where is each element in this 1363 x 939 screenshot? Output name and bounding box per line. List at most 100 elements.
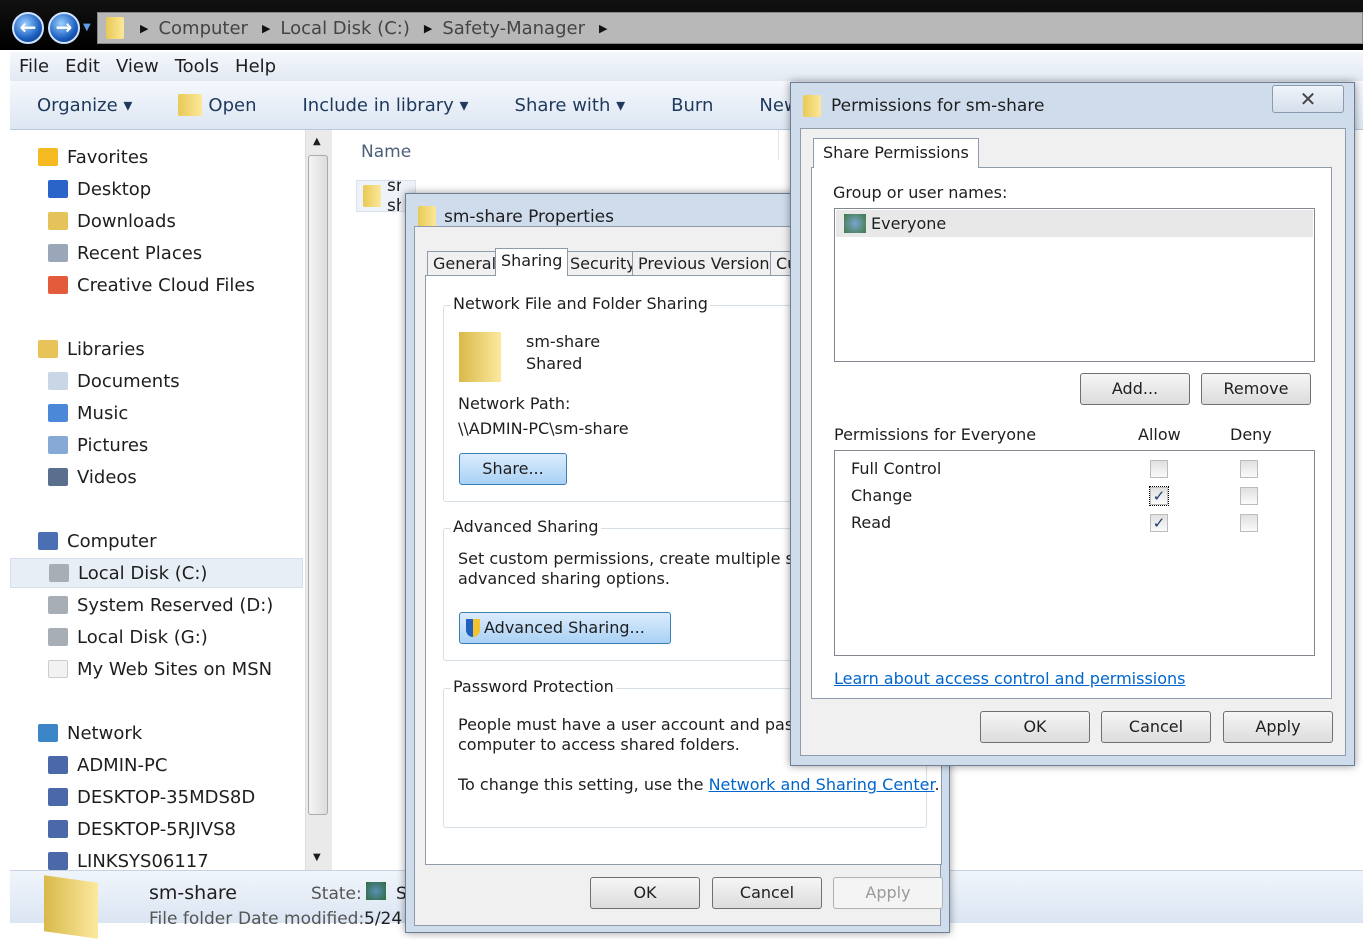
folder-icon: [363, 185, 381, 207]
address-bar[interactable]: ▶ Computer ▶ Local Disk (C:) ▶ Safety-Ma…: [97, 12, 1363, 44]
network-computer-icon: [48, 852, 68, 870]
column-divider[interactable]: [778, 130, 779, 160]
column-header-name[interactable]: Name: [361, 142, 411, 162]
sidebar-item-pictures[interactable]: Pictures: [10, 430, 303, 460]
drive-icon: [48, 628, 68, 646]
share-with-button[interactable]: Share with ▾: [515, 95, 626, 116]
open-label: Open: [208, 94, 257, 116]
permission-name: Full Control: [851, 459, 942, 478]
network-computer-icon: [48, 788, 68, 806]
allow-header: Allow: [1138, 425, 1181, 444]
advanced-sharing-button[interactable]: Advanced Sharing...: [459, 612, 671, 644]
tab-general[interactable]: General: [427, 251, 503, 276]
navigation-pane: Favorites Desktop Downloads Recent Places Cr…: [10, 130, 305, 872]
file-item-label: sm-share: [387, 176, 401, 216]
organize-button[interactable]: Organize ▾: [37, 95, 132, 116]
apply-button[interactable]: Apply: [833, 877, 943, 909]
deny-checkbox[interactable]: [1240, 514, 1258, 532]
breadcrumb-computer[interactable]: Computer: [158, 18, 247, 39]
sidebar-item-desktop[interactable]: Desktop: [10, 174, 303, 204]
permission-name: Change: [851, 486, 913, 505]
scrollbar-thumb[interactable]: [308, 155, 328, 815]
group-label: Password Protection: [451, 677, 616, 696]
sidebar-item-admin-pc[interactable]: ADMIN-PC: [10, 750, 303, 780]
cancel-button[interactable]: Cancel: [1101, 711, 1211, 743]
sidebar-item-downloads[interactable]: Downloads: [10, 206, 303, 236]
scroll-up-icon[interactable]: ▲: [313, 136, 321, 147]
sidebar-item-documents[interactable]: Documents: [10, 366, 303, 396]
burn-button[interactable]: Burn: [671, 95, 713, 116]
libraries-icon: [38, 340, 58, 358]
deny-checkbox[interactable]: [1240, 487, 1258, 505]
tab-share-permissions[interactable]: Share Permissions: [813, 138, 979, 168]
details-type: File folder: [149, 909, 233, 929]
sidebar-item-computer[interactable]: Computer: [10, 526, 303, 556]
allow-checkbox[interactable]: [1150, 460, 1168, 478]
videos-icon: [48, 468, 68, 486]
allow-checkbox[interactable]: ✓: [1150, 514, 1168, 532]
sidebar-item-label: Pictures: [77, 434, 149, 456]
network-computer-icon: [48, 820, 68, 838]
network-computer-icon: [48, 756, 68, 774]
user-list: Everyone: [834, 208, 1315, 362]
sidebar-item-creative-cloud-files[interactable]: Creative Cloud Files: [10, 270, 303, 300]
chevron-right-icon[interactable]: ▶: [599, 22, 607, 35]
breadcrumb-local-disk[interactable]: Local Disk (C:): [280, 18, 409, 39]
sidebar-item-desktop-5rjivs8[interactable]: DESKTOP-5RJIVS8: [10, 814, 303, 844]
cancel-button[interactable]: Cancel: [712, 877, 822, 909]
add-button[interactable]: Add...: [1080, 373, 1190, 405]
creative-cloud-icon: [48, 276, 68, 294]
close-button[interactable]: ✕: [1272, 85, 1344, 113]
menu-file[interactable]: File: [19, 56, 49, 77]
folder-icon: [803, 95, 821, 117]
sidebar-item-label: Local Disk (G:): [77, 626, 208, 648]
menu-edit[interactable]: Edit: [65, 56, 100, 77]
ok-button[interactable]: OK: [590, 877, 700, 909]
open-button[interactable]: Open: [178, 94, 256, 116]
remove-button[interactable]: Remove: [1201, 373, 1311, 405]
sidebar-item-videos[interactable]: Videos: [10, 462, 303, 492]
menu-tools[interactable]: Tools: [175, 56, 219, 77]
group-or-user-names-label: Group or user names:: [833, 183, 1008, 202]
sidebar-item-my-web-sites-on-msn[interactable]: My Web Sites on MSN: [10, 654, 303, 684]
tab-sharing[interactable]: Sharing: [495, 248, 569, 276]
sidebar-item-favorites[interactable]: Favorites: [10, 142, 303, 172]
desktop-icon: [48, 180, 68, 198]
ok-button[interactable]: OK: [980, 711, 1090, 743]
sidebar-item-local-disk-c[interactable]: Local Disk (C:): [10, 558, 303, 588]
allow-checkbox[interactable]: ✓: [1149, 486, 1169, 506]
deny-checkbox[interactable]: [1240, 460, 1258, 478]
chevron-right-icon: ▶: [261, 21, 271, 35]
sidebar-item-network[interactable]: Network: [10, 718, 303, 748]
back-button[interactable]: ←: [12, 12, 44, 44]
drive-icon: [48, 596, 68, 614]
star-icon: [38, 148, 58, 166]
recent-pages-dropdown[interactable]: ▼: [83, 22, 91, 33]
details-date-value: 5/24: [364, 909, 403, 929]
sidebar-item-local-disk-g[interactable]: Local Disk (G:): [10, 622, 303, 652]
advanced-description-2: advanced sharing options.: [458, 569, 670, 588]
sidebar-item-music[interactable]: Music: [10, 398, 303, 428]
sidebar-item-system-reserved-d[interactable]: System Reserved (D:): [10, 590, 303, 620]
forward-button[interactable]: →: [48, 12, 80, 44]
network-icon: [38, 724, 58, 742]
share-button[interactable]: Share...: [459, 453, 567, 485]
learn-access-control-link[interactable]: Learn about access control and permissio…: [834, 669, 1186, 688]
menu-view[interactable]: View: [116, 56, 159, 77]
apply-button[interactable]: Apply: [1223, 711, 1333, 743]
sidebar-item-label: Desktop: [77, 178, 152, 200]
tab-previous-versions[interactable]: Previous Versions: [632, 251, 784, 276]
user-item-everyone[interactable]: Everyone: [836, 210, 1313, 237]
password-description-2: computer to access shared folders.: [458, 735, 740, 754]
menu-help[interactable]: Help: [235, 56, 276, 77]
sidebar-item-libraries[interactable]: Libraries: [10, 334, 303, 364]
tab-security[interactable]: Security: [564, 251, 642, 276]
sidebar-item-desktop-35mds8d[interactable]: DESKTOP-35MDS8D: [10, 782, 303, 812]
user-name: Everyone: [871, 214, 947, 233]
sidebar-item-recent-places[interactable]: Recent Places: [10, 238, 303, 268]
network-sharing-center-link[interactable]: Network and Sharing Center: [709, 775, 935, 794]
include-in-library-button[interactable]: Include in library ▾: [302, 95, 468, 116]
permissions-for-label: Permissions for Everyone: [834, 425, 1037, 444]
breadcrumb-safety-manager[interactable]: Safety-Manager: [442, 18, 585, 39]
scroll-down-icon[interactable]: ▼: [313, 852, 321, 863]
